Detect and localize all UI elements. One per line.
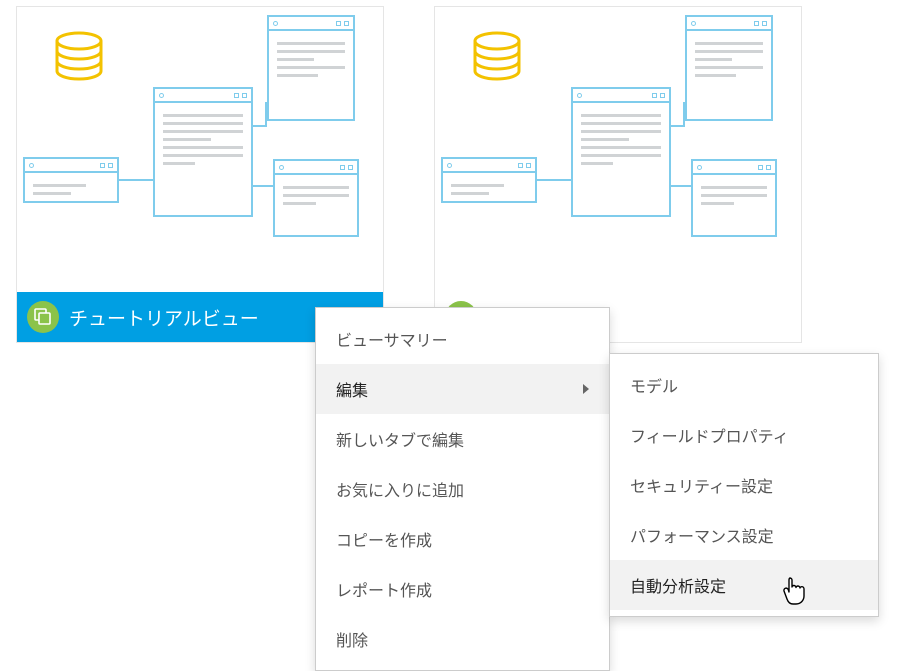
view-card-title: チュートリアルビュー — [69, 304, 259, 331]
menu-item-label: お気に入りに追加 — [336, 477, 464, 501]
submenu-item-field-properties[interactable]: フィールドプロパティ — [610, 410, 878, 460]
diagram-window-left — [441, 157, 537, 203]
view-thumbnail — [435, 7, 801, 292]
diagram-connector — [537, 179, 571, 181]
edit-submenu: モデル フィールドプロパティ セキュリティー設定 パフォーマンス設定 自動分析設… — [609, 353, 879, 617]
menu-item-label: フィールドプロパティ — [630, 423, 789, 447]
diagram-connector — [683, 102, 685, 127]
menu-item-label: モデル — [630, 373, 678, 397]
cursor-pointer-icon — [782, 576, 808, 606]
database-icon — [51, 29, 107, 85]
menu-item-label: 削除 — [336, 627, 368, 651]
diagram-window-top — [685, 15, 773, 121]
diagram-connector — [671, 185, 691, 187]
menu-item-view-summary[interactable]: ビューサマリー — [316, 314, 609, 364]
menu-item-copy[interactable]: コピーを作成 — [316, 514, 609, 564]
menu-item-edit-new-tab[interactable]: 新しいタブで編集 — [316, 414, 609, 464]
submenu-item-auto-analysis-settings[interactable]: 自動分析設定 — [610, 560, 878, 610]
menu-item-add-favorite[interactable]: お気に入りに追加 — [316, 464, 609, 514]
diagram-window-center — [153, 87, 253, 217]
view-card-1[interactable]: チュートリアルビュー — [16, 6, 384, 343]
diagram-connector — [253, 185, 273, 187]
context-menu: ビューサマリー 編集 新しいタブで編集 お気に入りに追加 コピーを作成 レポート… — [315, 307, 610, 671]
chevron-right-icon — [583, 384, 589, 394]
menu-item-delete[interactable]: 削除 — [316, 614, 609, 664]
diagram-connector — [265, 102, 267, 127]
menu-item-label: パフォーマンス設定 — [630, 523, 774, 547]
menu-item-label: ビューサマリー — [336, 327, 448, 351]
menu-item-label: 自動分析設定 — [630, 573, 726, 597]
menu-item-label: 新しいタブで編集 — [336, 427, 464, 451]
submenu-item-performance-settings[interactable]: パフォーマンス設定 — [610, 510, 878, 560]
menu-item-create-report[interactable]: レポート作成 — [316, 564, 609, 614]
menu-item-label: レポート作成 — [336, 577, 432, 601]
diagram-window-left — [23, 157, 119, 203]
database-icon — [469, 29, 525, 85]
submenu-item-model[interactable]: モデル — [610, 360, 878, 410]
menu-item-label: 編集 — [336, 377, 368, 401]
diagram-window-bottom — [273, 159, 359, 237]
diagram-window-center — [571, 87, 671, 217]
menu-item-edit[interactable]: 編集 — [316, 364, 609, 414]
submenu-item-security-settings[interactable]: セキュリティー設定 — [610, 460, 878, 510]
view-card-2[interactable] — [434, 6, 802, 343]
menu-item-label: コピーを作成 — [336, 527, 432, 551]
diagram-window-bottom — [691, 159, 777, 237]
view-icon — [27, 301, 59, 333]
diagram-connector — [119, 179, 153, 181]
diagram-window-top — [267, 15, 355, 121]
menu-item-label: セキュリティー設定 — [630, 473, 773, 497]
view-thumbnail — [17, 7, 383, 292]
